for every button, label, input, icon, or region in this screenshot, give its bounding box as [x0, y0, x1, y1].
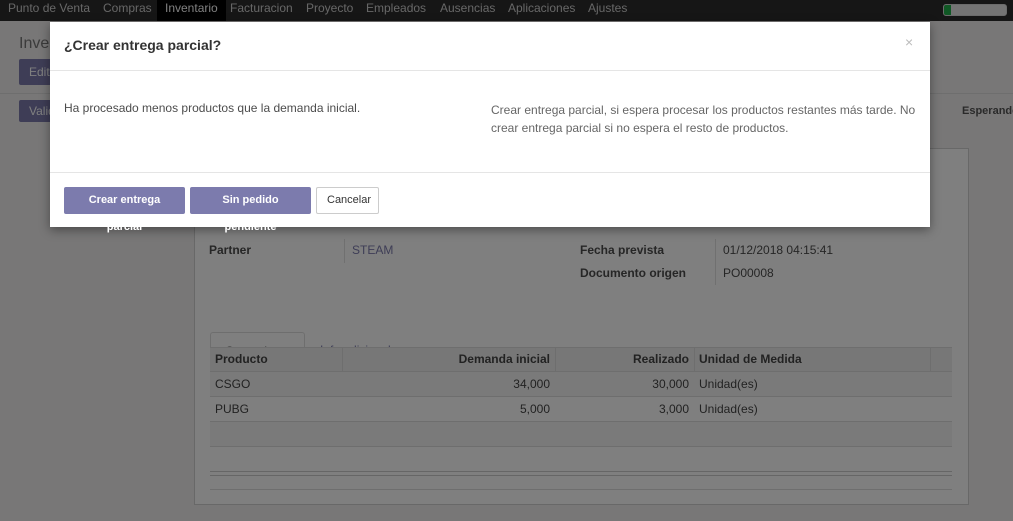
dialog-title: ¿Crear entrega parcial? [64, 37, 222, 53]
divider [50, 172, 930, 173]
partial-delivery-dialog: ¿Crear entrega parcial? × Ha procesado m… [50, 22, 930, 233]
dialog-help-text: Crear entrega parcial, si espera procesa… [491, 103, 916, 135]
cancel-button[interactable]: Cancelar [316, 187, 379, 214]
dialog-message: Ha procesado menos productos que la dema… [64, 101, 361, 115]
no-backorder-button[interactable]: Sin pedido pendiente [190, 187, 311, 233]
close-icon[interactable]: × [905, 34, 913, 50]
divider [50, 70, 930, 71]
create-partial-button[interactable]: Crear entrega parcial [64, 187, 185, 233]
